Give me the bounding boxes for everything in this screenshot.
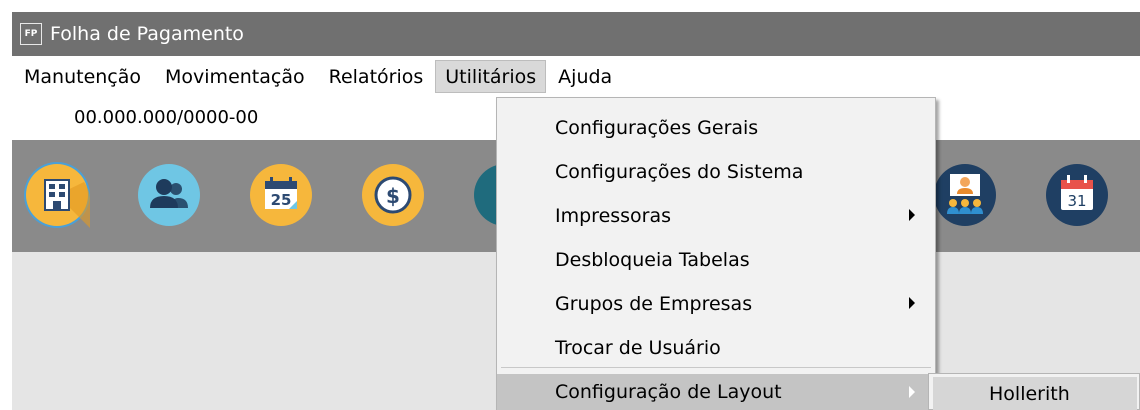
menuitem-hollerith[interactable]: Hollerith: [933, 377, 1137, 410]
submenu-arrow-icon: [909, 209, 915, 221]
menuitem-trocar-usuario[interactable]: Trocar de Usuário: [497, 326, 935, 370]
menuitem-configuracoes-sistema[interactable]: Configurações do Sistema: [497, 150, 935, 194]
utilitarios-dropdown: Configurações Gerais Configurações do Si…: [496, 97, 936, 410]
menuitem-desbloqueia-tabelas[interactable]: Desbloqueia Tabelas: [497, 238, 935, 282]
menu-utilitarios[interactable]: Utilitários: [435, 60, 547, 93]
calendar-31-icon[interactable]: 31: [1044, 162, 1110, 228]
dollar-coin-icon[interactable]: $: [360, 162, 426, 228]
menuitem-label: Desbloqueia Tabelas: [555, 249, 750, 271]
menuitem-label: Hollerith: [989, 383, 1070, 405]
menuitem-impressoras[interactable]: Impressoras: [497, 194, 935, 238]
submenu-arrow-icon: [909, 297, 915, 309]
menu-bar: Manutenção Movimentação Relatórios Utili…: [12, 56, 1140, 97]
menuitem-label: Impressoras: [555, 205, 672, 227]
menuitem-configuracao-layout[interactable]: Configuração de Layout: [497, 374, 935, 410]
menu-movimentacao[interactable]: Movimentação: [153, 56, 317, 97]
calendar-day-31: 31: [1067, 192, 1086, 210]
menu-separator: [501, 367, 931, 368]
menuitem-grupos-empresas[interactable]: Grupos de Empresas: [497, 282, 935, 326]
menuitem-label: Configuração de Layout: [555, 381, 782, 403]
title-bar: FP Folha de Pagamento: [12, 12, 1140, 56]
menu-manutencao[interactable]: Manutenção: [12, 56, 153, 97]
menuitem-label: Configurações do Sistema: [555, 161, 804, 183]
svg-text:$: $: [386, 184, 400, 208]
menuitem-label: Grupos de Empresas: [555, 293, 753, 315]
menuitem-label: Configurações Gerais: [555, 117, 759, 139]
menuitem-label: Trocar de Usuário: [555, 337, 721, 359]
menuitem-configuracoes-gerais[interactable]: Configurações Gerais: [497, 106, 935, 150]
layout-submenu: Hollerith: [928, 373, 1140, 410]
building-icon[interactable]: [24, 162, 91, 228]
menu-relatorios[interactable]: Relatórios: [317, 56, 436, 97]
app-icon: FP: [20, 23, 42, 45]
window-left-edge: [0, 0, 12, 410]
window-title: Folha de Pagamento: [50, 23, 244, 45]
users-icon[interactable]: [136, 162, 202, 228]
submenu-arrow-icon: [909, 386, 915, 398]
app-window: FP Folha de Pagamento Manutenção Movimen…: [0, 0, 1140, 410]
company-cnpj: 00.000.000/0000-00: [74, 107, 259, 128]
calendar-day-25: 25: [271, 191, 292, 209]
calendar-25-icon[interactable]: 25: [248, 162, 314, 228]
menu-ajuda[interactable]: Ajuda: [546, 56, 624, 97]
presentation-team-icon[interactable]: [932, 162, 998, 228]
